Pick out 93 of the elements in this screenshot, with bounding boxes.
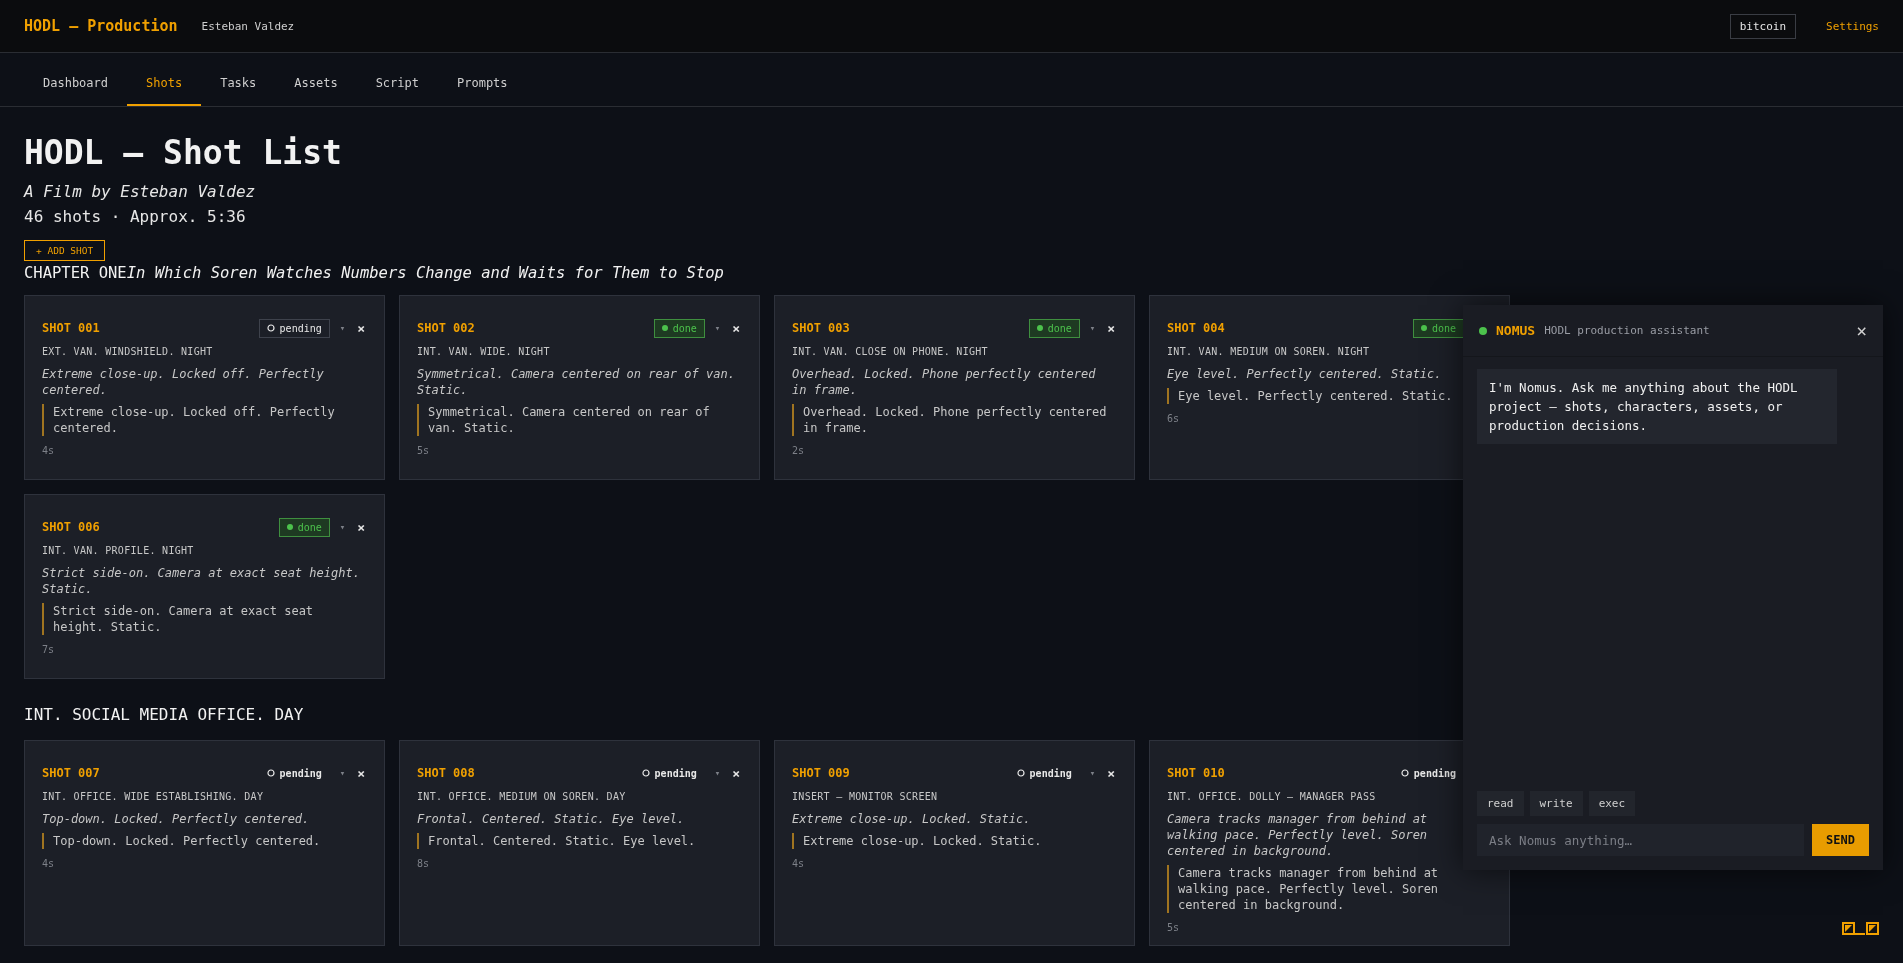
shot-duration: 4s (42, 858, 56, 869)
shot-number: SHOT 008 (417, 766, 476, 780)
nav-tab[interactable]: Prompts (438, 76, 527, 106)
add-shot-button[interactable]: + ADD SHOT (24, 240, 106, 261)
page-subtitle: A Film by Esteban Valdez (24, 182, 257, 201)
scene-heading: INT. OFFICE. DOLLY — MANAGER PASS (1167, 791, 1377, 802)
scene-heading: INT. VAN. PROFILE. NIGHT (42, 545, 195, 556)
nav-tab[interactable]: Dashboard (24, 76, 128, 106)
close-button[interactable]: × (730, 320, 742, 336)
shot-number: SHOT 010 (1167, 766, 1226, 780)
shot-duration: 5s (1167, 922, 1181, 933)
tool-chip[interactable]: read (1477, 791, 1524, 816)
shot-direction: Top-down. Locked. Perfectly centered. (42, 811, 311, 827)
status-badge[interactable]: done (1028, 318, 1080, 338)
section-heading: CHAPTER ONE (24, 264, 127, 282)
dropdown-caret[interactable]: ▾ (339, 522, 346, 532)
scene-heading: EXT. VAN. WINDSHIELD. NIGHT (42, 346, 214, 357)
shot-duration: 2s (792, 445, 806, 456)
user-name: Esteban Valdez (201, 19, 295, 33)
shot-note: Extreme close-up. Locked off. Perfectly centered. (42, 404, 367, 436)
shot-duration: 4s (792, 858, 806, 869)
dropdown-caret[interactable]: ▾ (339, 323, 346, 333)
shot-number: SHOT 006 (42, 520, 101, 534)
scene-heading: INT. VAN. CLOSE ON PHONE. NIGHT (792, 346, 989, 357)
shot-note: Overhead. Locked. Phone perfectly centered in frame. (792, 404, 1117, 436)
close-button[interactable]: × (730, 765, 742, 781)
settings-link[interactable]: Settings (1826, 19, 1879, 33)
close-button[interactable]: × (355, 519, 367, 535)
shot-duration: 6s (1167, 413, 1181, 424)
shot-direction: Frontal. Centered. Static. Eye level. (417, 811, 686, 827)
chat-input[interactable]: Ask Nomus anything… (1477, 824, 1804, 856)
shot-direction: Camera tracks manager from behind at walking pace. Perfectly level. Soren centered in background. (1167, 811, 1429, 859)
shot-duration: 4s (42, 445, 56, 456)
tool-chip[interactable]: exec (1588, 791, 1636, 816)
close-button[interactable]: × (1105, 320, 1117, 336)
close-button[interactable]: × (1105, 765, 1117, 781)
tool-chip[interactable]: write (1529, 791, 1583, 816)
shot-number: SHOT 003 (792, 321, 851, 335)
nav-tab[interactable]: Tasks (201, 76, 276, 106)
shot-direction: Extreme close-up. Locked off. Perfectly centered. (42, 366, 325, 398)
nav-tab[interactable]: Shots (127, 76, 202, 106)
shot-direction: Overhead. Locked. Phone perfectly centered in frame. (792, 366, 1097, 398)
shot-direction: Strict side-on. Camera at exact seat height. Static. (42, 565, 361, 597)
shot-direction: Extreme close-up. Locked. Static. (792, 811, 1032, 827)
status-badge[interactable]: pending (258, 763, 330, 783)
status-badge[interactable]: pending (1008, 763, 1080, 783)
shot-note: Top-down. Locked. Perfectly centered. (42, 833, 367, 849)
shot-number: SHOT 004 (1167, 321, 1226, 335)
scene-heading: INT. OFFICE. WIDE ESTABLISHING. DAY (42, 791, 265, 802)
chapter-tagline: In Which Soren Watches Numbers Change and Waits for Them to Stop (126, 264, 724, 282)
app-title: HODL — Production (24, 17, 178, 35)
shot-number: SHOT 002 (417, 321, 476, 335)
shot-direction: Symmetrical. Camera centered on rear of van. Static. (417, 366, 736, 398)
shot-duration: 5s (417, 445, 431, 456)
close-button[interactable]: × (355, 320, 367, 336)
project-tag[interactable]: bitcoin (1729, 13, 1796, 39)
shot-summary: 46 shots · Approx. 5:36 (24, 207, 247, 226)
shot-number: SHOT 007 (42, 766, 101, 780)
nav-tab[interactable]: Assets (275, 76, 357, 106)
close-button[interactable]: × (1856, 320, 1867, 341)
dropdown-caret[interactable]: ▾ (714, 768, 721, 778)
shot-note: Extreme close-up. Locked. Static. (792, 833, 1117, 849)
send-button[interactable]: SEND (1812, 824, 1869, 856)
shot-number: SHOT 009 (792, 766, 851, 780)
dropdown-caret[interactable]: ▾ (339, 768, 346, 778)
shot-note: Symmetrical. Camera centered on rear of van. Static. (417, 404, 742, 436)
status-badge[interactable]: pending (258, 318, 330, 338)
page-title: HODL — Shot List (24, 133, 343, 172)
dropdown-caret[interactable]: ▾ (1089, 323, 1096, 333)
scene-heading: INSERT — MONITOR SCREEN (792, 791, 939, 802)
scene-heading: INT. OFFICE. MEDIUM ON SOREN. DAY (417, 791, 627, 802)
section-heading: INT. SOCIAL MEDIA OFFICE. DAY (24, 705, 304, 724)
status-badge[interactable]: done (278, 517, 330, 537)
shot-note: Frontal. Centered. Static. Eye level. (417, 833, 742, 849)
shot-duration: 7s (42, 644, 56, 655)
status-badge[interactable]: pending (1392, 763, 1464, 783)
dropdown-caret[interactable]: ▾ (1089, 768, 1096, 778)
close-button[interactable]: × (355, 765, 367, 781)
shot-number: SHOT 001 (42, 321, 101, 335)
shot-note: Strict side-on. Camera at exact seat height. Static. (42, 603, 367, 635)
status-badge[interactable]: pending (633, 763, 705, 783)
shot-direction: Eye level. Perfectly centered. Static. (1167, 366, 1443, 382)
nav-tab[interactable]: Script (356, 76, 438, 106)
scene-heading: INT. VAN. WIDE. NIGHT (417, 346, 551, 357)
dropdown-caret[interactable]: ▾ (714, 323, 721, 333)
scene-heading: INT. VAN. MEDIUM ON SOREN. NIGHT (1167, 346, 1371, 357)
shot-duration: 8s (417, 858, 431, 869)
status-badge[interactable]: done (653, 318, 705, 338)
status-badge[interactable]: done (1412, 318, 1464, 338)
panel-toggle-icon[interactable] (1842, 922, 1880, 936)
assistant-subtitle: HODL production assistant (1544, 324, 1711, 337)
chat-message: I'm Nomus. Ask me anything about the HODL project — shots, characters, assets, or production decisions. (1477, 369, 1837, 444)
assistant-name: NOMUS (1496, 323, 1536, 338)
